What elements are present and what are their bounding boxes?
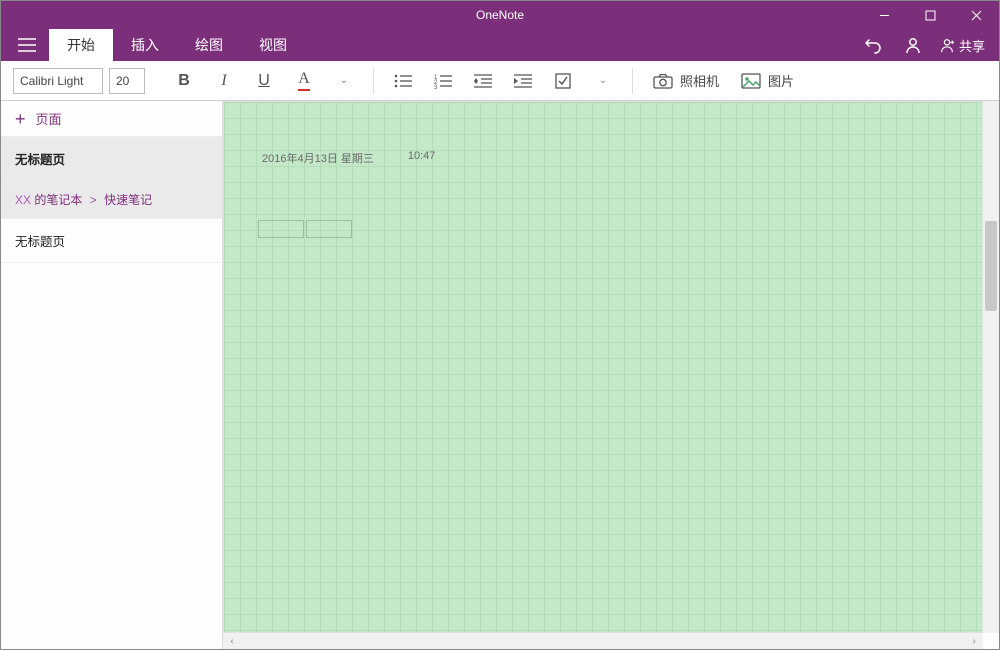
close-icon (971, 10, 982, 21)
note-canvas[interactable]: 2016年4月13日 星期三 10:47 (223, 101, 983, 633)
page-item[interactable]: 无标题页 (1, 219, 222, 263)
breadcrumb[interactable]: XX 的笔记本 > 快速笔记 (1, 181, 222, 219)
breadcrumb-section: 快速笔记 (104, 193, 152, 207)
breadcrumb-notebook: 的笔记本 (34, 193, 82, 207)
tab-view-label: 视图 (259, 35, 287, 55)
close-button[interactable] (953, 1, 999, 29)
svg-text:3: 3 (434, 85, 438, 91)
person-icon (904, 36, 922, 54)
ribbon-right: 共享 (853, 29, 999, 61)
plus-icon: + (15, 110, 26, 128)
menu-button[interactable] (5, 29, 49, 61)
vertical-scroll-thumb[interactable] (985, 221, 997, 311)
ribbon: 开始 插入 绘图 视图 共享 (1, 29, 999, 61)
outdent-icon (474, 74, 492, 88)
app-window: OneNote 开始 插入 绘图 视图 (0, 0, 1000, 650)
numbered-list-button[interactable]: 123 (426, 66, 460, 96)
hamburger-icon (18, 38, 36, 52)
maximize-button[interactable] (907, 1, 953, 29)
breadcrumb-owner: XX (15, 193, 31, 207)
minimize-button[interactable] (861, 1, 907, 29)
bold-icon: B (178, 72, 190, 90)
insert-image-button[interactable]: 图片 (733, 66, 802, 96)
font-more-button[interactable]: ⌄ (327, 66, 361, 96)
bold-button[interactable]: B (167, 66, 201, 96)
tab-draw[interactable]: 绘图 (177, 29, 241, 61)
camera-label: 照相机 (680, 71, 719, 90)
paragraph-more-button[interactable]: ⌄ (586, 66, 620, 96)
body: + 页面 无标题页 XX 的笔记本 > 快速笔记 无标题页 2016年4月13日… (1, 101, 999, 649)
undo-button[interactable] (853, 29, 893, 61)
font-name-value: Calibri Light (20, 74, 83, 88)
indent-icon (514, 74, 532, 88)
separator (632, 68, 633, 94)
horizontal-scrollbar[interactable]: ‹ › (223, 633, 983, 649)
window-title: OneNote (476, 8, 524, 22)
image-icon (741, 73, 761, 89)
chevron-down-icon: ⌄ (340, 75, 348, 86)
share-icon (939, 37, 955, 53)
vertical-scrollbar[interactable] (983, 101, 999, 633)
font-color-button[interactable]: A (287, 66, 321, 96)
tab-view[interactable]: 视图 (241, 29, 305, 61)
canvas-area: 2016年4月13日 星期三 10:47 ‹ › (223, 101, 999, 649)
page-title: 无标题页 (15, 153, 65, 167)
tab-home[interactable]: 开始 (49, 29, 113, 61)
italic-button[interactable]: I (207, 66, 241, 96)
inserted-table[interactable] (256, 218, 354, 240)
share-label: 共享 (959, 36, 985, 55)
account-button[interactable] (893, 29, 933, 61)
page-sidebar: + 页面 无标题页 XX 的笔记本 > 快速笔记 无标题页 (1, 101, 223, 649)
breadcrumb-separator: > (90, 193, 97, 207)
horizontal-scroll-track[interactable] (241, 633, 965, 649)
tab-draw-label: 绘图 (195, 35, 223, 55)
numbered-list-icon: 123 (434, 74, 452, 88)
page-date: 2016年4月13日 星期三 (262, 150, 374, 166)
italic-icon: I (221, 72, 226, 90)
toolbar: Calibri Light 20 B I U A ⌄ 123 ⌄ 照相机 (1, 61, 999, 101)
scroll-right-arrow[interactable]: › (965, 636, 983, 647)
title-bar: OneNote (1, 1, 999, 29)
maximize-icon (925, 10, 936, 21)
tab-insert[interactable]: 插入 (113, 29, 177, 61)
font-size-select[interactable]: 20 (109, 68, 145, 94)
page-datetime: 2016年4月13日 星期三 10:47 (262, 150, 435, 166)
add-page-button[interactable]: + 页面 (1, 101, 222, 137)
add-page-label: 页面 (36, 109, 62, 128)
underline-button[interactable]: U (247, 66, 281, 96)
outdent-button[interactable] (466, 66, 500, 96)
tab-insert-label: 插入 (131, 35, 159, 55)
window-controls (861, 1, 999, 29)
undo-icon (864, 36, 882, 54)
indent-button[interactable] (506, 66, 540, 96)
bullet-list-button[interactable] (386, 66, 420, 96)
underline-icon: U (258, 72, 270, 90)
tab-home-label: 开始 (67, 35, 95, 55)
chevron-down-icon: ⌄ (599, 75, 607, 86)
font-name-select[interactable]: Calibri Light (13, 68, 103, 94)
font-size-value: 20 (116, 74, 129, 88)
camera-button[interactable]: 照相机 (645, 66, 727, 96)
image-label: 图片 (768, 71, 794, 90)
canvas-viewport: 2016年4月13日 星期三 10:47 ‹ › (223, 101, 999, 649)
checkbox-icon (555, 73, 571, 89)
page-title: 无标题页 (15, 235, 65, 249)
camera-icon (653, 73, 673, 89)
page-time: 10:47 (408, 150, 436, 166)
todo-tag-button[interactable] (546, 66, 580, 96)
font-color-icon: A (298, 70, 310, 91)
scroll-left-arrow[interactable]: ‹ (223, 636, 241, 647)
separator (373, 68, 374, 94)
bullet-list-icon (394, 74, 412, 88)
share-button[interactable]: 共享 (933, 36, 999, 55)
minimize-icon (879, 10, 890, 21)
page-item[interactable]: 无标题页 (1, 137, 222, 181)
